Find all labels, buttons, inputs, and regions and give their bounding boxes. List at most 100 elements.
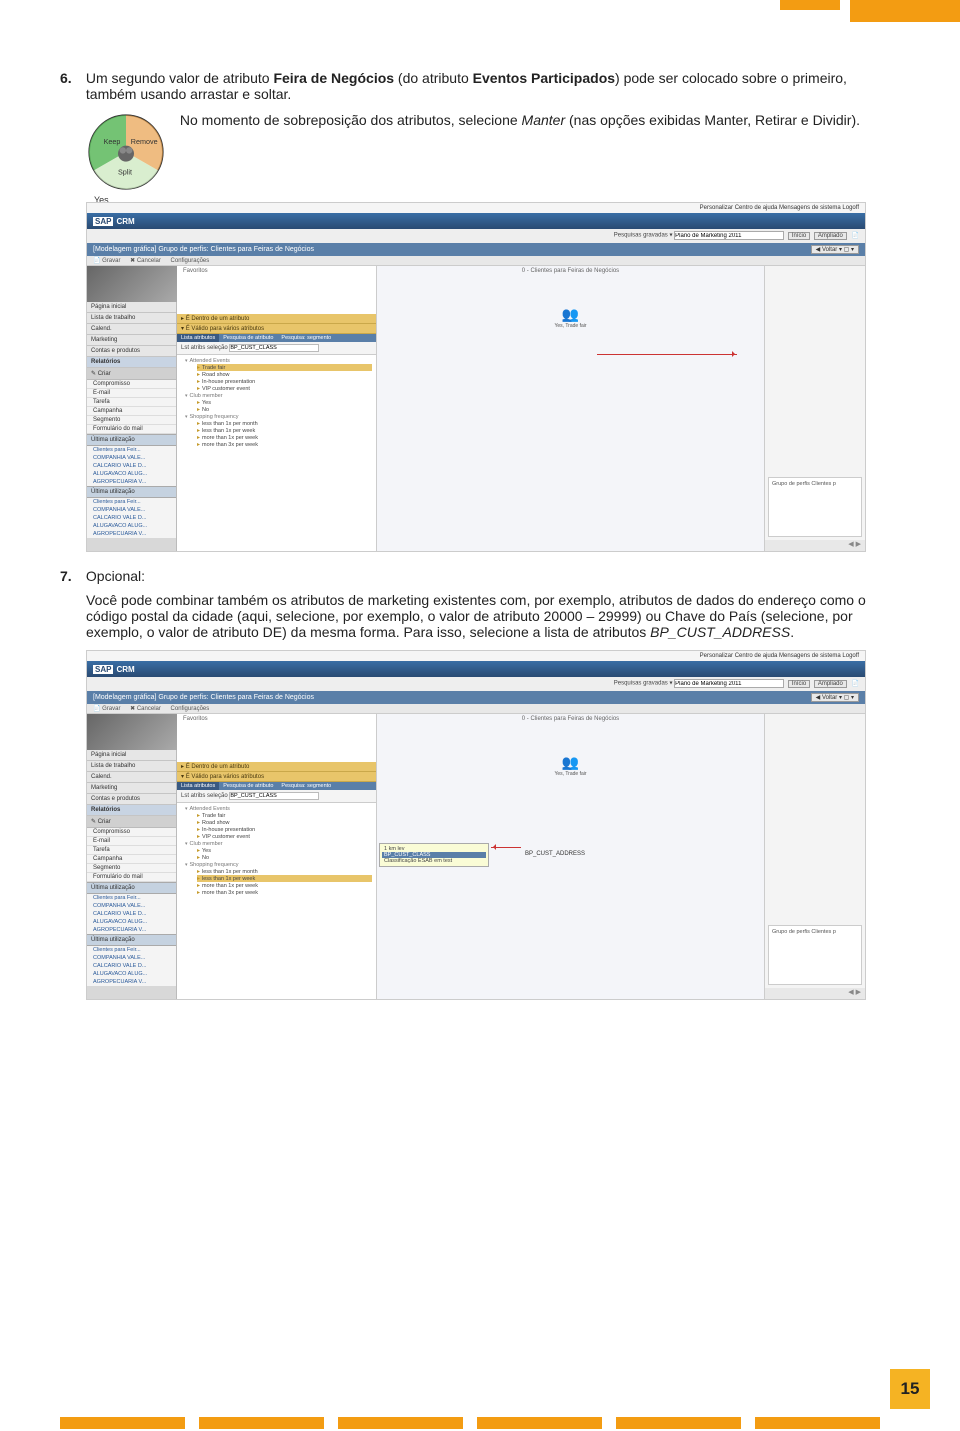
tree-sf1[interactable]: ▸less than 1x per month bbox=[197, 420, 372, 427]
tab-lista-2[interactable]: Lista atributos bbox=[177, 782, 219, 790]
nav-calendar-2[interactable]: Calend. bbox=[87, 772, 176, 783]
nav-sub-compromisso-2[interactable]: Compromisso bbox=[87, 828, 176, 837]
cancelar-link-2[interactable]: ✖ Cancelar bbox=[130, 706, 161, 712]
tree-sf3-2[interactable]: ▸more than 1x per week bbox=[197, 882, 372, 889]
tree-sf4-2[interactable]: ▸more than 3x per week bbox=[197, 889, 372, 896]
gravar-link[interactable]: 📄 Gravar bbox=[93, 258, 120, 264]
tree-sf2-2[interactable]: ▸less than 1x per week bbox=[197, 875, 372, 882]
nav-util-1[interactable]: Clientes para Feir... bbox=[87, 446, 176, 454]
nav-util-6[interactable]: Clientes para Feir... bbox=[87, 498, 176, 506]
ampliado-button-2[interactable]: Ampliado bbox=[814, 680, 847, 688]
nav-sub-campanha[interactable]: Campanha bbox=[87, 407, 176, 416]
attr-group-1b[interactable]: ▸ É Dentro de um atributo bbox=[177, 762, 376, 772]
sap-top-links[interactable]: Personalizar Centro de ajuda Mensagens d… bbox=[87, 203, 865, 213]
config-link-2[interactable]: Configurações bbox=[171, 706, 210, 712]
nav-util-7[interactable]: COMPANHIA VALE... bbox=[87, 506, 176, 514]
nav-sub-formulario[interactable]: Formulário do mail bbox=[87, 425, 176, 434]
nav-sub-email-2[interactable]: E-mail bbox=[87, 837, 176, 846]
tree-sf3[interactable]: ▸more than 1x per week bbox=[197, 434, 372, 441]
gravar-link-2[interactable]: 📄 Gravar bbox=[93, 706, 120, 712]
tab-pesquisa-atr[interactable]: Pesquisa de atributo bbox=[219, 334, 277, 342]
tree-vip-2[interactable]: ▸VIP customer event bbox=[197, 833, 372, 840]
nav-marketing[interactable]: Marketing bbox=[87, 335, 176, 346]
saved-search-input-2[interactable] bbox=[674, 679, 784, 688]
canvas-node-2[interactable]: 👥 Yes, Trade fair bbox=[554, 754, 586, 777]
nav-sub-formulario-2[interactable]: Formulário do mail bbox=[87, 873, 176, 882]
nav-accounts-2[interactable]: Contas e produtos bbox=[87, 794, 176, 805]
nav-util-2b[interactable]: COMPANHIA VALE... bbox=[87, 902, 176, 910]
dd-row-3[interactable]: Classificação ESAB em test bbox=[382, 858, 486, 864]
tree-inhouse-2[interactable]: ▸In-house presentation bbox=[197, 826, 372, 833]
modeling-canvas[interactable]: 0 - Clientes para Feiras de Negócios 👥 Y… bbox=[377, 266, 765, 552]
attr-group-2[interactable]: ▾ É Válido para vários atributos bbox=[177, 324, 376, 334]
nav-home[interactable]: Página inicial bbox=[87, 302, 176, 313]
inicio-button[interactable]: Início bbox=[788, 232, 810, 240]
nav-util-2[interactable]: COMPANHIA VALE... bbox=[87, 454, 176, 462]
nav-reports-2[interactable]: Relatórios bbox=[87, 805, 176, 816]
nav-util-10b[interactable]: AGROPECUARIA V... bbox=[87, 978, 176, 986]
nav-criar[interactable]: ✎ Criar bbox=[87, 368, 176, 380]
nav-worklist-2[interactable]: Lista de trabalho bbox=[87, 761, 176, 772]
config-link[interactable]: Configurações bbox=[171, 258, 210, 264]
voltar-button-2[interactable]: ◀ Voltar ▾ ▢ ▾ bbox=[811, 693, 859, 702]
dropdown-popup[interactable]: 1 km lev BP_CUST_CLASS Classificação ESA… bbox=[379, 843, 489, 867]
tree-no-2[interactable]: ▸No bbox=[197, 854, 372, 861]
nav-util-4b[interactable]: ALUGAVACO ALUG... bbox=[87, 918, 176, 926]
tree-roadshow[interactable]: ▸Road show bbox=[197, 371, 372, 378]
nav-util-9b[interactable]: ALUGAVACO ALUG... bbox=[87, 970, 176, 978]
nav-sub-campanha-2[interactable]: Campanha bbox=[87, 855, 176, 864]
nav-util-5[interactable]: AGROPECUARIA V... bbox=[87, 478, 176, 486]
inicio-button-2[interactable]: Início bbox=[788, 680, 810, 688]
ampliado-button[interactable]: Ampliado bbox=[814, 232, 847, 240]
nav-sub-segmento[interactable]: Segmento bbox=[87, 416, 176, 425]
tree-sf2[interactable]: ▸less than 1x per week bbox=[197, 427, 372, 434]
nav-home-2[interactable]: Página inicial bbox=[87, 750, 176, 761]
tree-vip[interactable]: ▸VIP customer event bbox=[197, 385, 372, 392]
nav-sub-email[interactable]: E-mail bbox=[87, 389, 176, 398]
nav-util-7b[interactable]: COMPANHIA VALE... bbox=[87, 954, 176, 962]
nav-sub-tarefa[interactable]: Tarefa bbox=[87, 398, 176, 407]
saved-searches-label-2[interactable]: Pesquisas gravadas ▾ bbox=[614, 681, 673, 687]
tab-lista[interactable]: Lista atributos bbox=[177, 334, 219, 342]
nav-util-6b[interactable]: Clientes para Feir... bbox=[87, 946, 176, 954]
tab-pesquisa-seg-2[interactable]: Pesquisa: segmento bbox=[277, 782, 335, 790]
saved-searches-label[interactable]: Pesquisas gravadas ▾ bbox=[614, 233, 673, 239]
nav-accounts[interactable]: Contas e produtos bbox=[87, 346, 176, 357]
nav-util-10[interactable]: AGROPECUARIA V... bbox=[87, 530, 176, 538]
cancelar-link[interactable]: ✖ Cancelar bbox=[130, 258, 161, 264]
attr-list-select-input-2[interactable] bbox=[229, 792, 319, 800]
attr-group-2b[interactable]: ▾ É Válido para vários atributos bbox=[177, 772, 376, 782]
nav-util-8b[interactable]: CALCARIO VALE D... bbox=[87, 962, 176, 970]
voltar-button[interactable]: ◀ Voltar ▾ ▢ ▾ bbox=[811, 245, 859, 254]
nav-util-8[interactable]: CALCARIO VALE D... bbox=[87, 514, 176, 522]
attr-group-1[interactable]: ▸ É Dentro de um atributo bbox=[177, 314, 376, 324]
tree-sf4[interactable]: ▸more than 3x per week bbox=[197, 441, 372, 448]
tree-yes-2[interactable]: ▸Yes bbox=[197, 847, 372, 854]
nav-calendar[interactable]: Calend. bbox=[87, 324, 176, 335]
nav-sub-compromisso[interactable]: Compromisso bbox=[87, 380, 176, 389]
sap-top-links-2[interactable]: Personalizar Centro de ajuda Mensagens d… bbox=[87, 651, 865, 661]
nav-worklist[interactable]: Lista de trabalho bbox=[87, 313, 176, 324]
tree-tradefair-2[interactable]: ▸Trade fair bbox=[197, 812, 372, 819]
nav-util-9[interactable]: ALUGAVACO ALUG... bbox=[87, 522, 176, 530]
nav-util-4[interactable]: ALUGAVACO ALUG... bbox=[87, 470, 176, 478]
nav-util-3b[interactable]: CALCARIO VALE D... bbox=[87, 910, 176, 918]
nav-util-1b[interactable]: Clientes para Feir... bbox=[87, 894, 176, 902]
tab-pesquisa-seg[interactable]: Pesquisa: segmento bbox=[277, 334, 335, 342]
saved-search-input[interactable] bbox=[674, 231, 784, 240]
tab-pesquisa-atr-2[interactable]: Pesquisa de atributo bbox=[219, 782, 277, 790]
nav-marketing-2[interactable]: Marketing bbox=[87, 783, 176, 794]
tree-no[interactable]: ▸No bbox=[197, 406, 372, 413]
tree-tradefair[interactable]: ▸Trade fair bbox=[197, 364, 372, 371]
nav-util-5b[interactable]: AGROPECUARIA V... bbox=[87, 926, 176, 934]
nav-util-3[interactable]: CALCARIO VALE D... bbox=[87, 462, 176, 470]
tree-yes[interactable]: ▸Yes bbox=[197, 399, 372, 406]
nav-criar-2[interactable]: ✎ Criar bbox=[87, 816, 176, 828]
nav-reports[interactable]: Relatórios bbox=[87, 357, 176, 368]
attr-list-select-input[interactable] bbox=[229, 344, 319, 352]
tree-inhouse[interactable]: ▸In-house presentation bbox=[197, 378, 372, 385]
tree-sf1-2[interactable]: ▸less than 1x per month bbox=[197, 868, 372, 875]
nav-sub-segmento-2[interactable]: Segmento bbox=[87, 864, 176, 873]
nav-sub-tarefa-2[interactable]: Tarefa bbox=[87, 846, 176, 855]
canvas-node[interactable]: 👥 Yes, Trade fair bbox=[554, 306, 586, 329]
